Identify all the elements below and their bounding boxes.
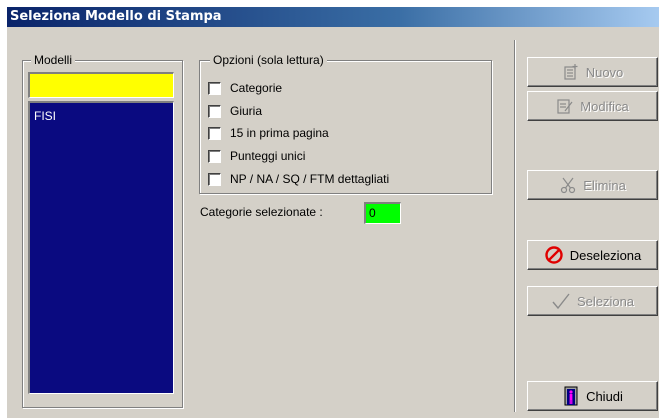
option-dettagliati[interactable]: NP / NA / SQ / FTM dettagliati bbox=[208, 171, 389, 187]
modifica-label: Modifica bbox=[580, 98, 629, 114]
categorie-selezionate-label: Categorie selezionate : bbox=[200, 205, 323, 219]
elimina-label: Elimina bbox=[583, 177, 626, 193]
option-categorie[interactable]: Categorie bbox=[208, 80, 282, 96]
deseleziona-label: Deseleziona bbox=[569, 247, 642, 263]
vertical-divider bbox=[514, 40, 516, 412]
option-label: 15 in prima pagina bbox=[230, 126, 329, 140]
checkbox-giuria[interactable] bbox=[208, 104, 221, 118]
edit-document-icon bbox=[556, 97, 574, 115]
checkbox-prima-pagina[interactable] bbox=[208, 126, 221, 140]
modelli-listbox[interactable]: FISI bbox=[28, 101, 174, 394]
chiudi-label: Chiudi bbox=[586, 388, 623, 404]
checkmark-icon bbox=[551, 292, 571, 310]
modello-name-input[interactable] bbox=[28, 72, 174, 98]
option-label: NP / NA / SQ / FTM dettagliati bbox=[230, 172, 390, 186]
no-entry-icon bbox=[544, 245, 564, 265]
option-label: Giuria bbox=[230, 104, 263, 118]
seleziona-button[interactable]: Seleziona bbox=[527, 286, 658, 316]
opzioni-legend: Opzioni (sola lettura) bbox=[210, 53, 327, 67]
deseleziona-button[interactable]: Deseleziona bbox=[527, 240, 658, 270]
checkbox-categorie[interactable] bbox=[208, 81, 221, 95]
door-exit-icon bbox=[562, 386, 580, 406]
scissors-icon bbox=[559, 176, 577, 194]
option-giuria[interactable]: Giuria bbox=[208, 103, 262, 119]
option-label: Punteggi unici bbox=[230, 149, 306, 163]
window-title[interactable]: Seleziona Modello di Stampa bbox=[7, 7, 659, 27]
checkbox-punteggi-unici[interactable] bbox=[208, 149, 221, 163]
modifica-button[interactable]: Modifica bbox=[527, 91, 658, 121]
chiudi-button[interactable]: Chiudi bbox=[527, 381, 658, 411]
nuovo-button[interactable]: Nuovo bbox=[527, 57, 658, 87]
modelli-legend: Modelli bbox=[31, 53, 76, 67]
checkbox-dettagliati[interactable] bbox=[208, 172, 221, 186]
list-item[interactable]: FISI bbox=[30, 103, 173, 123]
option-prima-pagina[interactable]: 15 in prima pagina bbox=[208, 125, 329, 141]
elimina-button[interactable]: Elimina bbox=[527, 170, 658, 200]
option-punteggi-unici[interactable]: Punteggi unici bbox=[208, 148, 305, 164]
seleziona-label: Seleziona bbox=[576, 293, 635, 309]
option-label: Categorie bbox=[230, 81, 283, 95]
nuovo-label: Nuovo bbox=[585, 64, 624, 80]
categorie-selezionate-value: 0 bbox=[364, 202, 401, 224]
new-document-icon bbox=[562, 63, 580, 81]
